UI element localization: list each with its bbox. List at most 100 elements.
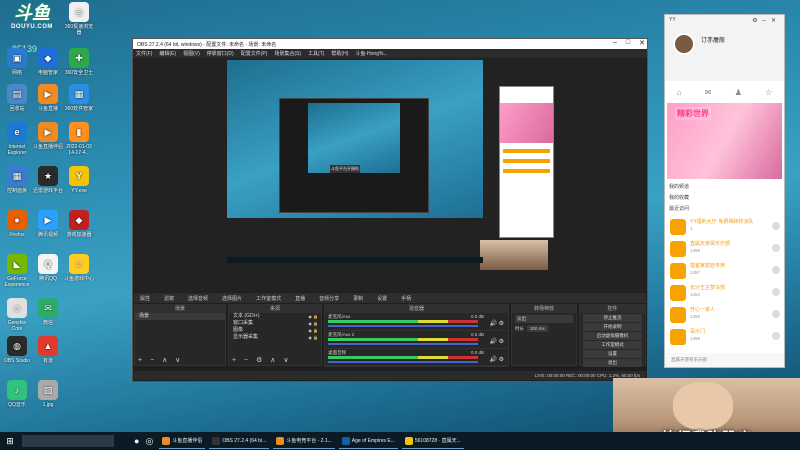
chat-section[interactable]: 最近访问 bbox=[669, 205, 689, 213]
channel-action-icon[interactable] bbox=[772, 310, 780, 318]
desktop-icon[interactable]: ◆ 电脑管家 bbox=[33, 48, 63, 76]
chat-icon[interactable]: ✉ bbox=[705, 88, 712, 97]
yy-chat-panel[interactable]: YY ⚙–✕ 订赤屠般 ⌂ ✉ ♟ ☆ 精彩世界 我的频道 我的收藏 最近访问 YY… bbox=[664, 14, 785, 368]
channel-item[interactable]: YY福利大厅·免费得转校派队 1 bbox=[668, 217, 782, 237]
banner[interactable]: 精彩世界 bbox=[667, 103, 782, 179]
taskbar-search[interactable] bbox=[22, 435, 114, 447]
desktop-icon[interactable]: e Internet Explorer bbox=[2, 122, 32, 156]
channel-action-icon[interactable] bbox=[772, 332, 780, 340]
dock-tab[interactable]: 音频分享 bbox=[316, 295, 342, 302]
channel-action-icon[interactable] bbox=[772, 266, 780, 274]
menu-item[interactable]: 工具(T) bbox=[308, 50, 324, 57]
visibility-lock-icon[interactable]: ◉ 🔒 bbox=[308, 320, 318, 327]
mute-icon[interactable]: 🔊 ⚙ bbox=[489, 320, 504, 327]
source-item[interactable]: 显示器采集 ◉ 🔒 bbox=[229, 334, 321, 341]
start-icon[interactable]: ⊞ bbox=[0, 436, 20, 447]
channel-item[interactable]: 直属天使哥乐乐部 1458 bbox=[668, 239, 782, 259]
source-item[interactable]: 图像 ◉ 🔒 bbox=[229, 327, 321, 334]
control-button[interactable]: 开始录制 bbox=[583, 323, 642, 331]
duration-input[interactable]: 300 ms bbox=[527, 325, 548, 332]
desktop-icon[interactable]: ▶ 腾讯视频 bbox=[33, 210, 63, 238]
desktop-icon[interactable]: ▤ 回收站 bbox=[2, 84, 32, 112]
chat-section[interactable]: 我的频道 bbox=[669, 183, 689, 191]
dock-tab[interactable]: 录制 bbox=[350, 295, 366, 302]
channel-action-icon[interactable] bbox=[772, 244, 780, 252]
star-icon[interactable]: ☆ bbox=[765, 88, 772, 97]
control-button[interactable]: 停止推流 bbox=[583, 314, 642, 322]
menu-item[interactable]: 帮助(H) bbox=[331, 50, 348, 57]
taskbar-item[interactable]: 斗鱼直播伴侣 bbox=[159, 433, 206, 449]
firefox-taskbar-icon[interactable]: ● bbox=[134, 433, 139, 449]
desktop-icon[interactable]: ◍ OBS Studio bbox=[2, 336, 32, 364]
desktop-icon[interactable]: ▦ 360软件管家 bbox=[64, 84, 94, 112]
menu-item[interactable]: 文件(F) bbox=[136, 50, 152, 57]
desktop-icon[interactable]: ◇ Genshin Core bbox=[2, 298, 32, 332]
desktop-icon[interactable]: ✉ 微信 bbox=[33, 298, 63, 326]
desktop-icon[interactable]: ▣ 网络 bbox=[2, 48, 32, 76]
channel-item[interactable]: 指客家碧娃专用 1457 bbox=[668, 261, 782, 281]
visibility-lock-icon[interactable]: ◉ 🔒 bbox=[308, 313, 318, 320]
desktop-icon[interactable]: ♪ QQ音乐 bbox=[2, 380, 32, 408]
scene-tools[interactable]: + − ∧ ∨ bbox=[138, 356, 183, 364]
menu-item[interactable]: 编辑(E) bbox=[159, 50, 176, 57]
taskbar-item[interactable]: 56108728 · 直属天... bbox=[401, 433, 464, 449]
desktop-icon[interactable]: ▮ 2022-01-03 14-17-4... bbox=[64, 122, 94, 156]
minimize-icon[interactable]: – bbox=[613, 39, 617, 47]
menu-item[interactable]: 场景集合(S) bbox=[274, 50, 301, 57]
menu-item[interactable]: 视图(V) bbox=[183, 50, 200, 57]
username[interactable]: 订赤屠般 bbox=[701, 35, 725, 44]
source-tools[interactable]: + − ⚙ ∧ ∨ bbox=[232, 356, 291, 364]
visibility-lock-icon[interactable]: ◉ 🔒 bbox=[308, 327, 318, 334]
control-button[interactable]: 设置 bbox=[583, 350, 642, 358]
obs-preview[interactable]: 斗鱼平台开播啦 bbox=[134, 58, 646, 292]
source-item[interactable]: 窗口采集 ◉ 🔒 bbox=[229, 320, 321, 327]
browser-taskbar-icon[interactable]: ◎ bbox=[145, 433, 153, 449]
source-item[interactable]: 文本 (GDI+) ◉ 🔒 bbox=[229, 313, 321, 320]
dock-tab[interactable]: 属性 bbox=[137, 295, 153, 302]
obs-window[interactable]: OBS 27.2.4 (64 bit, windows) - 配置文件: 未命名… bbox=[132, 38, 648, 382]
mute-icon[interactable]: 🔊 ⚙ bbox=[489, 356, 504, 363]
channel-item[interactable]: 长沙王主梦马部 1454 bbox=[668, 283, 782, 303]
channel-item[interactable]: 百乐门 1458 bbox=[668, 327, 782, 347]
close-icon[interactable]: ✕ bbox=[639, 39, 645, 47]
control-button[interactable]: 启动虚拟摄像机 bbox=[583, 332, 642, 340]
volume-fader[interactable] bbox=[328, 343, 478, 345]
volume-fader[interactable] bbox=[328, 361, 478, 363]
desktop-icon[interactable]: ☺ 斗鱼游戏中心 bbox=[64, 254, 94, 282]
chat-section[interactable]: 我的收藏 bbox=[669, 194, 689, 202]
window-controls[interactable]: ⚙–✕ bbox=[752, 17, 781, 24]
maximize-icon[interactable]: □ bbox=[626, 39, 630, 47]
control-button[interactable]: 工作室模式 bbox=[583, 341, 642, 349]
douyu-logo[interactable]: 斗鱼 DOUYU.COM bbox=[6, 2, 58, 40]
home-icon[interactable]: ⌂ bbox=[677, 88, 682, 97]
desktop-icon[interactable]: ● Firefox bbox=[2, 210, 32, 238]
menu-item[interactable]: 停靠窗口(D) bbox=[207, 50, 234, 57]
desktop-icon[interactable]: ▶ 斗鱼直播 bbox=[33, 84, 63, 112]
channel-action-icon[interactable] bbox=[772, 288, 780, 296]
mute-icon[interactable]: 🔊 ⚙ bbox=[489, 338, 504, 345]
obs-titlebar[interactable]: OBS 27.2.4 (64 bit, windows) - 配置文件: 未命名… bbox=[133, 39, 647, 49]
scene-item[interactable]: 场景 bbox=[135, 313, 225, 320]
menu-item[interactable]: 配置文件(P) bbox=[241, 50, 268, 57]
visibility-lock-icon[interactable]: ◉ 🔒 bbox=[308, 334, 318, 341]
dock-tab[interactable]: 工作室模式 bbox=[253, 295, 284, 302]
taskbar-item[interactable]: 斗鱼电竞平台 - 2.1... bbox=[273, 433, 335, 449]
channel-action-icon[interactable] bbox=[772, 222, 780, 230]
user-icon[interactable]: ♟ bbox=[735, 88, 742, 97]
desktop-icon[interactable]: ◆ 游戏加速器 bbox=[64, 210, 94, 238]
desktop-icon[interactable]: Y YY.exe bbox=[64, 166, 94, 194]
desktop-icon[interactable]: ◎ 360极速浏览器 bbox=[64, 2, 94, 36]
dock-tab[interactable]: 设置 bbox=[374, 295, 390, 302]
transition-select[interactable]: 淡出 bbox=[515, 315, 573, 323]
desktop-icon[interactable]: ✚ 360安全卫士 bbox=[64, 48, 94, 76]
desktop-icon[interactable]: ▨ 1.jpg bbox=[33, 380, 63, 408]
desktop-icon[interactable]: ◣ GeForce Experience bbox=[2, 254, 32, 288]
avatar[interactable] bbox=[673, 33, 695, 55]
dock-tab[interactable]: 选择音频 bbox=[185, 295, 211, 302]
desktop-icon[interactable]: ▦ 控制面板 bbox=[2, 166, 32, 194]
desktop-icon[interactable]: ★ 迅雷游戏平台 bbox=[33, 166, 63, 194]
volume-fader[interactable] bbox=[328, 325, 478, 327]
dock-tab[interactable]: 选择图片 bbox=[219, 295, 245, 302]
taskbar-item[interactable]: Age of Empires E... bbox=[338, 433, 398, 449]
control-button[interactable]: 退出 bbox=[583, 359, 642, 367]
